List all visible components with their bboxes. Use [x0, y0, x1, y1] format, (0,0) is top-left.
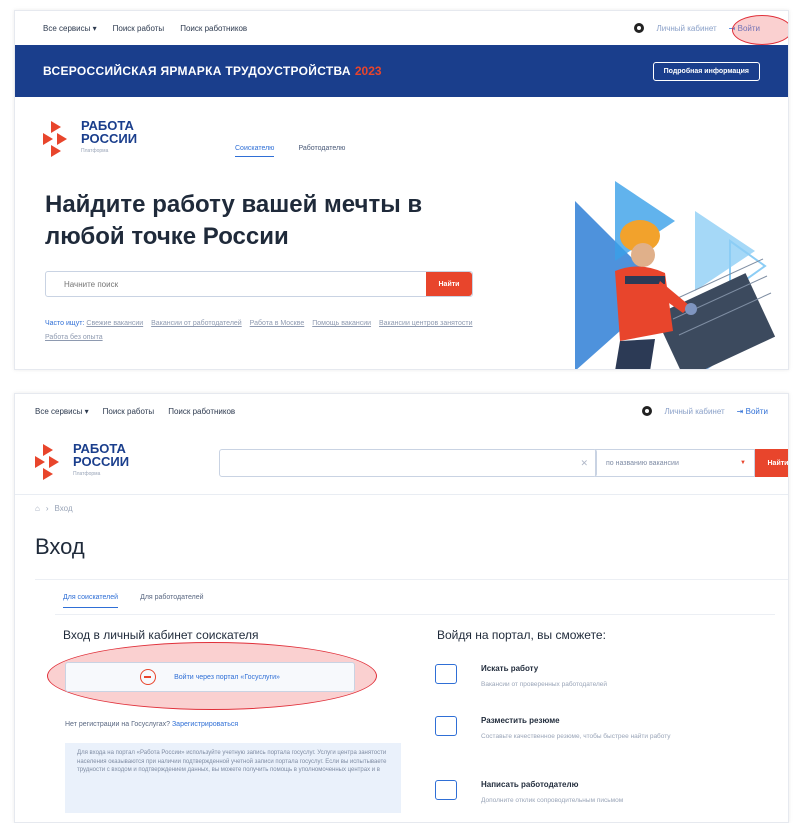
- home-icon[interactable]: ⌂: [35, 504, 40, 513]
- header-search-input[interactable]: ✕: [219, 449, 597, 477]
- banner-title: ВСЕРОССИЙСКАЯ ЯРМАРКА ТРУДОУСТРОЙСТВА: [43, 64, 351, 78]
- login-info-box: Для входа на портал «Работа России» испо…: [65, 743, 401, 813]
- logo-arrows-icon: [43, 120, 77, 157]
- job-search-link[interactable]: Поиск работы: [113, 24, 165, 33]
- login-page-panel: Все сервисы ▾ Поиск работы Поиск работни…: [14, 393, 789, 823]
- more-info-button[interactable]: Подробная информация: [652, 61, 760, 81]
- highlight-ellipse: [732, 15, 788, 45]
- message-icon: [435, 780, 457, 800]
- chevron-down-icon: ▼: [740, 460, 746, 466]
- all-services-menu[interactable]: Все сервисы ▾: [43, 24, 97, 33]
- logo-line2: РОССИИ: [73, 454, 130, 469]
- logo-arrows-icon: [35, 443, 69, 480]
- benefit-description: Дополните отклик сопроводительным письмо…: [481, 797, 624, 804]
- login-button[interactable]: ⇥ Войти: [737, 407, 768, 416]
- employee-search-link[interactable]: Поиск работников: [180, 24, 247, 33]
- popular-searches-label: Часто ищут:: [45, 320, 85, 327]
- hero-search-input[interactable]: [46, 272, 426, 296]
- banner-year: 2023: [354, 64, 382, 78]
- search-type-value: по названию вакансии: [606, 459, 679, 467]
- popular-search-link[interactable]: Свежие вакансии: [86, 320, 143, 327]
- gosuslugi-login-button[interactable]: Войти через портал «Госуслуги»: [65, 662, 355, 692]
- login-label: Войти: [745, 406, 768, 416]
- rabota-rossii-logo[interactable]: РАБОТА РОССИИ Платформа: [35, 442, 129, 481]
- accessibility-eye-icon[interactable]: [642, 406, 653, 416]
- login-arrow-icon: ⇥: [736, 406, 746, 416]
- gosuslugi-login-label: Войти через портал «Госуслуги»: [174, 673, 280, 681]
- benefits-heading: Войдя на портал, вы сможете:: [437, 628, 606, 642]
- popular-search-link[interactable]: Работа в Москве: [250, 320, 305, 327]
- benefit-title: Искать работу: [481, 664, 539, 673]
- benefit-description: Составьте качественное резюме, чтобы быс…: [481, 733, 671, 740]
- tabs-divider: [55, 614, 775, 615]
- logo-line2: РОССИИ: [81, 131, 138, 146]
- fair-banner: ВСЕРОССИЙСКАЯ ЯРМАРКА ТРУДОУСТРОЙСТВА 20…: [15, 45, 788, 97]
- tab-job-seeker[interactable]: Соискателю: [235, 145, 275, 157]
- search-type-select[interactable]: по названию вакансии ▼: [595, 449, 755, 477]
- hero-title: Найдите работу вашей мечты в любой точке…: [45, 191, 423, 250]
- popular-search-link[interactable]: Вакансии от работодателей: [151, 320, 242, 327]
- hero-search-bar: Найти: [45, 271, 473, 297]
- personal-account-link[interactable]: Личный кабинет: [664, 407, 724, 416]
- login-heading: Вход в личный кабинет соискателя: [63, 628, 259, 642]
- top-navigation: Все сервисы ▾ Поиск работы Поиск работни…: [15, 394, 788, 428]
- tab-employers[interactable]: Для работодателей: [140, 594, 203, 608]
- personal-account-link[interactable]: Личный кабинет: [656, 24, 716, 33]
- all-services-menu[interactable]: Все сервисы ▾: [35, 407, 89, 416]
- hero-search-button[interactable]: Найти: [426, 272, 472, 296]
- no-registration-question: Нет регистрации на Госуслугах?: [65, 721, 170, 728]
- header-search-button[interactable]: Найти: [755, 449, 788, 477]
- top-navigation: Все сервисы ▾ Поиск работы Поиск работни…: [15, 11, 788, 45]
- breadcrumb-separator: ›: [45, 504, 49, 513]
- landing-page-panel: Все сервисы ▾ Поиск работы Поиск работни…: [14, 10, 789, 370]
- page-title: Вход: [35, 534, 85, 559]
- benefit-description: Вакансии от проверенных работодателей: [481, 681, 608, 688]
- hero-worker-illustration: [575, 181, 776, 369]
- accessibility-eye-icon[interactable]: [634, 23, 645, 33]
- tab-job-seekers[interactable]: Для соискателей: [63, 594, 119, 608]
- resume-document-icon: [435, 716, 457, 736]
- register-link[interactable]: Зарегистрироваться: [172, 721, 238, 728]
- role-tabs: Соискателю Работодателю: [235, 145, 345, 157]
- popular-search-link[interactable]: Работа без опыта: [45, 334, 103, 341]
- gosuslugi-icon: [140, 669, 157, 685]
- popular-search-link[interactable]: Помощь вакансии: [312, 320, 371, 327]
- rabota-rossii-logo[interactable]: РАБОТА РОССИИ Платформа: [43, 119, 137, 158]
- audience-tabs: Для соискателей Для работодателей: [63, 594, 204, 608]
- job-search-link[interactable]: Поиск работы: [103, 407, 155, 416]
- breadcrumb-current: Вход: [54, 504, 73, 513]
- benefit-title: Написать работодателю: [481, 780, 579, 789]
- logo-sub: Платформа: [81, 148, 109, 154]
- employee-search-link[interactable]: Поиск работников: [168, 407, 235, 416]
- clear-search-icon[interactable]: ✕: [580, 458, 588, 469]
- benefit-title: Разместить резюме: [481, 716, 560, 725]
- header-divider: [15, 494, 788, 495]
- popular-search-link[interactable]: Вакансии центров занятости: [379, 320, 473, 327]
- briefcase-icon: [435, 664, 457, 684]
- breadcrumb: ⌂ › Вход: [35, 504, 73, 513]
- no-registration-text: Нет регистрации на Госуслугах? Зарегистр…: [65, 721, 238, 728]
- login-card: Для соискателей Для работодателей Вход в…: [35, 579, 788, 822]
- logo-sub: Платформа: [73, 471, 101, 477]
- popular-searches: Часто ищут: Свежие вакансии Вакансии от …: [45, 317, 485, 345]
- tab-employer[interactable]: Работодателю: [298, 145, 345, 157]
